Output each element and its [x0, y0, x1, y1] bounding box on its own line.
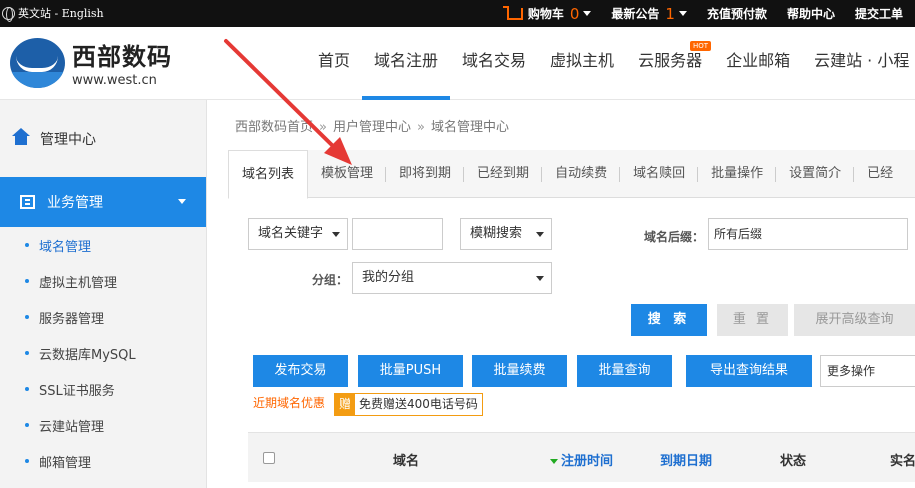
notice-link[interactable]: 最新公告 1	[611, 5, 687, 23]
language-switch[interactable]: 英文站 - English	[2, 5, 104, 22]
nav-home[interactable]: 首页	[306, 27, 362, 100]
export-results-button[interactable]: 导出查询结果	[686, 355, 812, 387]
sort-icon	[550, 459, 558, 464]
nav-cloud-server[interactable]: 云服务器 HOT	[626, 27, 714, 100]
batch-query-button[interactable]: 批量查询	[577, 355, 672, 387]
chevron-down-icon	[583, 11, 592, 16]
logo-icon	[10, 37, 65, 88]
chevron-down-icon	[536, 232, 544, 237]
sidebar-home-label: 管理中心	[40, 131, 96, 148]
top-links: 购物车 0 最新公告 1 充值预付款 帮助中心 提交工单	[487, 0, 903, 27]
tab-bar: 域名列表 模板管理 即将到期 已经到期 自动续费 域名赎回 批量操作 设置简介 …	[228, 150, 915, 199]
breadcrumb-user-center[interactable]: 用户管理中心	[333, 120, 411, 135]
tab-expiring[interactable]: 即将到期	[386, 150, 465, 198]
sidebar-business-label: 业务管理	[47, 195, 103, 211]
sidebar-item-server[interactable]: 服务器管理	[0, 299, 206, 335]
tab-settings-brief[interactable]: 设置简介	[776, 150, 855, 198]
cart-icon	[502, 5, 523, 20]
group-label: 分组：	[312, 273, 349, 287]
sidebar-item-ssl[interactable]: SSL证书服务	[0, 371, 206, 407]
reset-button[interactable]: 重 置	[717, 304, 788, 336]
keyword-type-select[interactable]: 域名关键字	[248, 218, 348, 250]
main-content: 西部数码首页» 用户管理中心» 域名管理中心 域名列表 模板管理 即将到期 已经到期…	[208, 100, 915, 488]
chevron-down-icon	[178, 199, 186, 204]
tab-template[interactable]: 模板管理	[308, 150, 387, 198]
notice-label[interactable]: 最新公告	[611, 5, 659, 22]
nav-cloud-site[interactable]: 云建站 · 小程	[802, 27, 915, 100]
gift-badge[interactable]: 赠 免费赠送400电话号码	[334, 393, 483, 416]
batch-renew-button[interactable]: 批量续费	[472, 355, 567, 387]
th-expire-date[interactable]: 到期日期	[660, 450, 712, 469]
sidebar-item-home[interactable]: 管理中心	[0, 100, 206, 177]
th-domain: 域名	[393, 454, 420, 469]
search-button[interactable]: 搜 索	[631, 304, 707, 336]
sidebar-item-mail[interactable]: 邮箱管理	[0, 443, 206, 479]
tab-already[interactable]: 已经	[854, 150, 906, 198]
nav-domain-trade[interactable]: 域名交易	[450, 27, 538, 100]
select-all-checkbox[interactable]	[263, 452, 275, 464]
gift-text: 免费赠送400电话号码	[359, 397, 478, 411]
site-header: 西部数码 www.west.cn 首页 域名注册 域名交易 虚拟主机 云服务器 …	[0, 27, 915, 100]
logo[interactable]: 西部数码 www.west.cn	[10, 37, 172, 88]
advanced-search-button[interactable]: 展开高级查询	[794, 304, 915, 336]
logo-name: 西部数码	[72, 43, 172, 71]
recharge-link[interactable]: 充值预付款	[707, 5, 767, 22]
keyword-input[interactable]	[352, 218, 443, 250]
home-icon	[12, 127, 30, 146]
publish-trade-button[interactable]: 发布交易	[253, 355, 348, 387]
suffix-label: 域名后缀：	[644, 230, 705, 244]
nav-virtual-host[interactable]: 虚拟主机	[538, 27, 626, 100]
gift-tag: 赠	[335, 394, 355, 415]
sidebar: 管理中心 业务管理 域名管理 虚拟主机管理 服务器管理 云数据库MySQL SS…	[0, 100, 207, 488]
th-register-time[interactable]: 注册时间	[550, 450, 613, 469]
chevron-down-icon	[332, 232, 340, 237]
th-real-name: 实名	[890, 454, 915, 469]
more-actions-select[interactable]: 更多操作	[820, 355, 915, 387]
cart-count: 0	[569, 4, 580, 23]
breadcrumb-domain-center: 域名管理中心	[430, 120, 509, 135]
list-icon	[20, 195, 35, 209]
tab-domain-list[interactable]: 域名列表	[228, 150, 309, 199]
suffix-input[interactable]: 所有后缀	[708, 218, 908, 250]
chevron-down-icon	[678, 11, 687, 16]
tab-expired[interactable]: 已经到期	[464, 150, 543, 198]
ticket-link[interactable]: 提交工单	[855, 5, 903, 22]
breadcrumb: 西部数码首页» 用户管理中心» 域名管理中心	[235, 120, 509, 135]
tab-batch[interactable]: 批量操作	[698, 150, 777, 198]
hot-badge: HOT	[690, 41, 712, 51]
sidebar-item-mysql[interactable]: 云数据库MySQL	[0, 335, 206, 371]
nav-domain-register[interactable]: 域名注册	[362, 27, 451, 100]
sidebar-item-virtual-host[interactable]: 虚拟主机管理	[0, 263, 206, 299]
keyword-type-value: 域名关键字	[258, 226, 324, 241]
language-label[interactable]: 英文站 - English	[18, 5, 104, 21]
group-select[interactable]: 我的分组	[352, 262, 552, 294]
globe-icon	[2, 6, 15, 22]
chevron-down-icon	[536, 276, 544, 281]
promo-link[interactable]: 近期域名优惠	[253, 394, 325, 411]
notice-count: 1	[665, 4, 675, 23]
cart-link[interactable]: 购物车 0	[502, 4, 592, 23]
th-register-time-label: 注册时间	[561, 454, 614, 469]
nav-enterprise-mail[interactable]: 企业邮箱	[714, 27, 802, 100]
th-status: 状态	[780, 454, 807, 469]
sidebar-submenu: 域名管理 虚拟主机管理 服务器管理 云数据库MySQL SSL证书服务 云建站管…	[0, 227, 206, 479]
batch-push-button[interactable]: 批量PUSH	[358, 355, 463, 387]
cart-label[interactable]: 购物车	[528, 5, 564, 22]
nav-cloud-server-label: 云服务器	[638, 51, 703, 70]
tab-auto-renew[interactable]: 自动续费	[542, 150, 621, 198]
sidebar-item-business[interactable]: 业务管理	[0, 177, 206, 227]
top-bar: 英文站 - English 购物车 0 最新公告 1 充值预付款 帮助中心 提交…	[0, 0, 915, 27]
help-link[interactable]: 帮助中心	[787, 5, 835, 22]
group-value: 我的分组	[362, 270, 415, 285]
logo-url: www.west.cn	[72, 73, 157, 88]
match-mode-select[interactable]: 模糊搜索	[460, 218, 552, 250]
sidebar-item-cloud-site[interactable]: 云建站管理	[0, 407, 206, 443]
sidebar-item-domain[interactable]: 域名管理	[0, 227, 206, 263]
tab-redeem[interactable]: 域名赎回	[620, 150, 699, 198]
match-mode-value: 模糊搜索	[470, 226, 523, 241]
table-header: 域名 注册时间 到期日期 状态 实名	[248, 432, 915, 482]
main-nav: 首页 域名注册 域名交易 虚拟主机 云服务器 HOT 企业邮箱 云建站 · 小程	[306, 27, 915, 100]
breadcrumb-home[interactable]: 西部数码首页	[235, 120, 313, 135]
